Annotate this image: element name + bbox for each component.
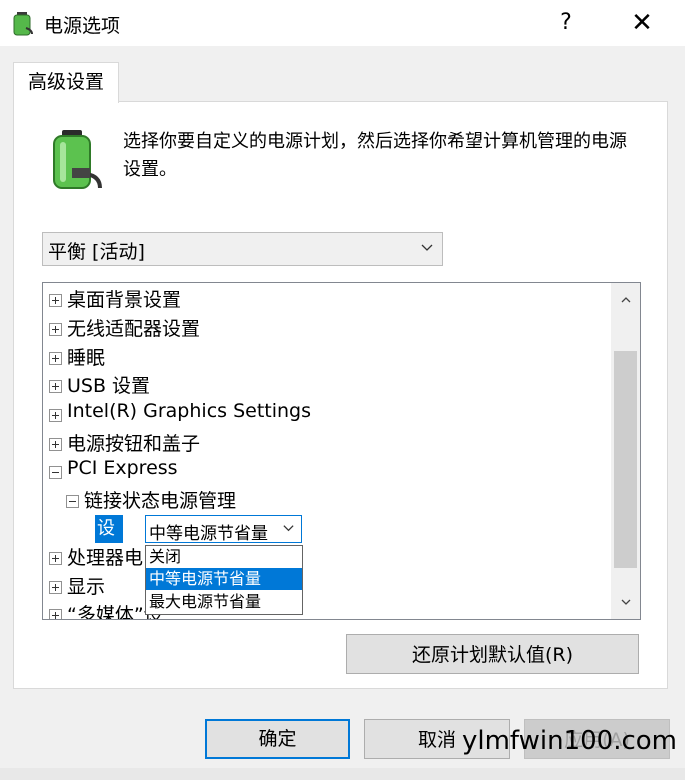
tree-item-label: 电源按钮和盖子 xyxy=(67,433,201,455)
battery-plug-icon xyxy=(53,130,102,189)
setting-value-select[interactable]: 中等电源节省量 xyxy=(145,515,302,544)
chevron-down-icon xyxy=(421,244,433,251)
dropdown-option-selected[interactable]: 中等电源节省量 xyxy=(146,568,302,590)
collapse-icon[interactable] xyxy=(66,495,79,508)
tree-item-label: 处理器电 xyxy=(67,547,144,569)
expand-icon[interactable] xyxy=(49,352,62,365)
tree-item-label: USB 设置 xyxy=(67,375,151,397)
expand-icon[interactable] xyxy=(49,438,62,451)
window-title: 电源选项 xyxy=(44,15,121,37)
expand-icon[interactable] xyxy=(49,409,62,422)
expand-icon[interactable] xyxy=(49,552,62,565)
restore-defaults-button[interactable]: 还原计划默认值(R) xyxy=(346,634,639,674)
tree-item-label: Intel(R) Graphics Settings xyxy=(67,400,312,422)
watermark-text: ylmfwin100.com xyxy=(461,726,677,756)
scrollbar-thumb[interactable] xyxy=(614,351,637,568)
ok-button[interactable]: 确定 xyxy=(205,719,350,759)
setting-label: 设置: xyxy=(95,515,124,567)
expand-icon[interactable] xyxy=(49,294,62,307)
vertical-scrollbar[interactable] xyxy=(611,283,640,619)
bottom-strip xyxy=(0,768,685,780)
power-plan-select[interactable]: 平衡 [活动] xyxy=(42,232,443,266)
close-button[interactable]: ✕ xyxy=(620,6,664,40)
dropdown-option[interactable]: 最大电源节省量 xyxy=(146,591,302,613)
collapse-icon[interactable] xyxy=(49,466,62,479)
power-plan-value: 平衡 [活动] xyxy=(48,241,145,263)
dropdown-option[interactable]: 关闭 xyxy=(146,546,302,568)
setting-value: 中等电源节省量 xyxy=(149,524,268,544)
tree-item-label: 无线适配器设置 xyxy=(67,318,201,340)
expand-icon[interactable] xyxy=(49,323,62,336)
tree-item-label: 睡眠 xyxy=(67,347,106,369)
tree-item-label: PCI Express xyxy=(67,457,178,479)
expand-icon[interactable] xyxy=(49,581,62,594)
description-text: 选择你要自定义的电源计划，然后选择你希望计算机管理的电源设置。 xyxy=(123,131,627,180)
expand-icon[interactable] xyxy=(49,380,62,393)
tree-item-label: 链接状态电源管理 xyxy=(84,490,237,512)
tab-advanced-settings[interactable]: 高级设置 xyxy=(13,62,119,103)
settings-tree[interactable]: 桌面背景设置 无线适配器设置 睡眠 USB 设置 Intel(R) Graphi… xyxy=(42,282,641,620)
setting-dropdown-list: 关闭 中等电源节省量 最大电源节省量 xyxy=(145,545,303,615)
title-bar: 电源选项 ? ✕ xyxy=(0,0,685,46)
chevron-down-icon xyxy=(283,525,294,532)
scroll-up-icon[interactable] xyxy=(619,293,633,307)
tree-item-label: 桌面背景设置 xyxy=(67,289,182,311)
power-options-icon xyxy=(13,12,33,36)
tree-item-label: 显示 xyxy=(67,576,106,598)
help-button[interactable]: ? xyxy=(546,6,586,40)
expand-icon[interactable] xyxy=(49,609,62,619)
scroll-down-icon[interactable] xyxy=(619,595,633,609)
